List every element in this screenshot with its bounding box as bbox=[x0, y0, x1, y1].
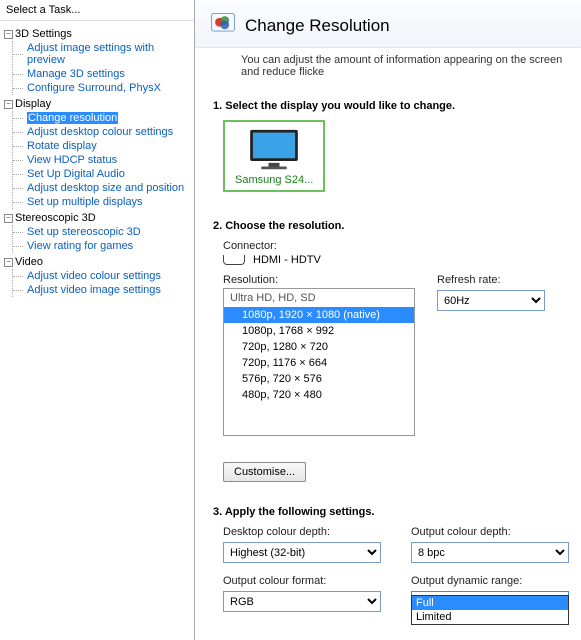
collapse-icon[interactable]: − bbox=[4, 30, 13, 39]
tree-category[interactable]: −3D Settings bbox=[2, 27, 192, 41]
dynamic-range-label: Output dynamic range: bbox=[411, 575, 569, 587]
tree-item[interactable]: Rotate display bbox=[13, 139, 192, 153]
tree-category-label: 3D Settings bbox=[15, 28, 72, 40]
connector-value: HDMI - HDTV bbox=[253, 254, 321, 266]
display-card[interactable]: Samsung S24... bbox=[223, 120, 325, 192]
tree-item-label: View rating for games bbox=[27, 240, 133, 252]
tree-item[interactable]: View HDCP status bbox=[13, 153, 192, 167]
customise-button[interactable]: Customise... bbox=[223, 462, 306, 482]
display-name: Samsung S24... bbox=[235, 174, 313, 186]
output-format-select[interactable]: RGB bbox=[223, 591, 381, 612]
section-resolution: 2. Choose the resolution. Connector: HDM… bbox=[213, 220, 569, 482]
section2-heading: 2. Choose the resolution. bbox=[213, 220, 569, 232]
tree-item-label: Change resolution bbox=[27, 112, 118, 124]
dynamic-range-option[interactable]: Full bbox=[412, 596, 568, 610]
output-format-label: Output colour format: bbox=[223, 575, 381, 587]
tree-item[interactable]: View rating for games bbox=[13, 239, 192, 253]
tree-item-label: Adjust image settings with preview bbox=[27, 42, 154, 66]
section3-heading: 3. Apply the following settings. bbox=[213, 506, 569, 518]
tree-item-label: View HDCP status bbox=[27, 154, 117, 166]
tree-item[interactable]: Set up multiple displays bbox=[13, 195, 192, 209]
tree-item-label: Set Up Digital Audio bbox=[27, 168, 125, 180]
resolution-icon bbox=[209, 10, 237, 41]
refresh-rate-label: Refresh rate: bbox=[437, 274, 547, 286]
collapse-icon[interactable]: − bbox=[4, 214, 13, 223]
resolution-listbox[interactable]: Ultra HD, HD, SD1080p, 1920 × 1080 (nati… bbox=[223, 288, 415, 436]
tree-item-label: Rotate display bbox=[27, 140, 97, 152]
tree-category-label: Stereoscopic 3D bbox=[15, 212, 96, 224]
resolution-option[interactable]: 720p, 1280 × 720 bbox=[224, 339, 414, 355]
page-header: Change Resolution bbox=[195, 0, 581, 48]
main-panel: Change Resolution You can adjust the amo… bbox=[195, 0, 581, 640]
tree-item[interactable]: Set up stereoscopic 3D bbox=[13, 225, 192, 239]
resolution-option[interactable]: 720p, 1176 × 664 bbox=[224, 355, 414, 371]
resolution-group-label: Ultra HD, HD, SD bbox=[224, 289, 414, 307]
section-select-display: 1. Select the display you would like to … bbox=[213, 100, 569, 192]
resolution-label: Resolution: bbox=[223, 274, 415, 286]
output-depth-select[interactable]: 8 bpc bbox=[411, 542, 569, 563]
refresh-rate-select[interactable]: 60Hz bbox=[437, 290, 545, 311]
tree-item[interactable]: Adjust video colour settings bbox=[13, 269, 192, 283]
tree-item[interactable]: Adjust desktop colour settings bbox=[13, 125, 192, 139]
tree-item-label: Set up stereoscopic 3D bbox=[27, 226, 141, 238]
resolution-option[interactable]: 480p, 720 × 480 bbox=[224, 387, 414, 403]
tree-item-label: Adjust desktop size and position bbox=[27, 182, 184, 194]
task-sidebar: Select a Task... −3D SettingsAdjust imag… bbox=[0, 0, 195, 640]
section1-heading: 1. Select the display you would like to … bbox=[213, 100, 569, 112]
tree-item[interactable]: Manage 3D settings bbox=[13, 67, 192, 81]
tree-item-label: Manage 3D settings bbox=[27, 68, 125, 80]
dynamic-range-dropdown[interactable]: FullLimited bbox=[411, 595, 569, 625]
section-apply-settings: 3. Apply the following settings. Desktop… bbox=[213, 506, 569, 612]
tree-category-label: Display bbox=[15, 98, 51, 110]
tree-item-label: Adjust video colour settings bbox=[27, 270, 161, 282]
sidebar-header: Select a Task... bbox=[0, 0, 194, 21]
tree-item-label: Adjust desktop colour settings bbox=[27, 126, 173, 138]
tree-item[interactable]: Adjust video image settings bbox=[13, 283, 192, 297]
tree-item[interactable]: Set Up Digital Audio bbox=[13, 167, 192, 181]
tree-category[interactable]: −Video bbox=[2, 255, 192, 269]
desktop-depth-select[interactable]: Highest (32-bit) bbox=[223, 542, 381, 563]
tree-item[interactable]: Adjust desktop size and position bbox=[13, 181, 192, 195]
connector-label: Connector: bbox=[223, 240, 569, 252]
resolution-option[interactable]: 1080p, 1768 × 992 bbox=[224, 323, 414, 339]
task-tree: −3D SettingsAdjust image settings with p… bbox=[0, 21, 194, 301]
tree-item[interactable]: Adjust image settings with preview bbox=[13, 41, 192, 67]
tree-item[interactable]: Configure Surround, PhysX bbox=[13, 81, 192, 95]
output-depth-label: Output colour depth: bbox=[411, 526, 569, 538]
resolution-option[interactable]: 576p, 720 × 576 bbox=[224, 371, 414, 387]
tree-category[interactable]: −Stereoscopic 3D bbox=[2, 211, 192, 225]
dynamic-range-option[interactable]: Limited bbox=[412, 610, 568, 624]
page-title: Change Resolution bbox=[245, 16, 390, 36]
tree-item[interactable]: Change resolution bbox=[13, 111, 192, 125]
tree-category[interactable]: −Display bbox=[2, 97, 192, 111]
tree-category-label: Video bbox=[15, 256, 43, 268]
desktop-depth-label: Desktop colour depth: bbox=[223, 526, 381, 538]
resolution-option[interactable]: 1080p, 1920 × 1080 (native) bbox=[224, 307, 414, 323]
collapse-icon[interactable]: − bbox=[4, 258, 13, 267]
collapse-icon[interactable]: − bbox=[4, 100, 13, 109]
tree-item-label: Configure Surround, PhysX bbox=[27, 82, 161, 94]
tree-item-label: Adjust video image settings bbox=[27, 284, 161, 296]
monitor-icon bbox=[246, 128, 302, 172]
page-subtitle: You can adjust the amount of information… bbox=[195, 48, 581, 86]
tree-item-label: Set up multiple displays bbox=[27, 196, 143, 208]
hdmi-icon bbox=[223, 255, 245, 265]
